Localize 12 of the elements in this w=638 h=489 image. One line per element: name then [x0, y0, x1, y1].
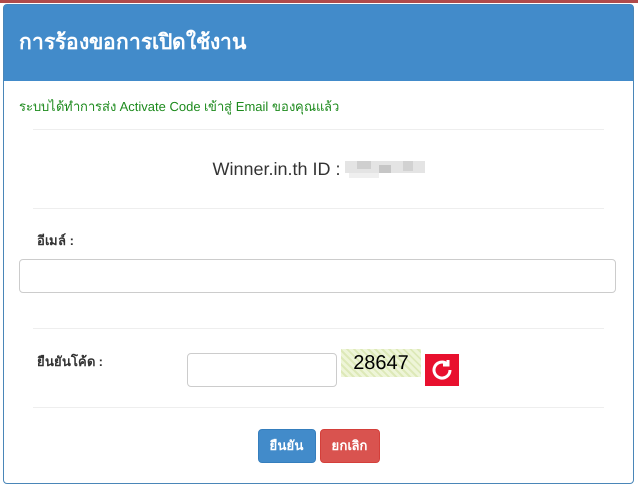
captcha-label: ยืนยันโค้ด : — [37, 352, 104, 370]
captcha-field[interactable] — [187, 352, 337, 386]
refresh-button[interactable] — [425, 354, 459, 386]
email-field[interactable] — [19, 258, 616, 292]
success-message: ระบบได้ทำการส่ง Activate Code เข้าสู่ Email ของคุณแล้ว — [19, 98, 340, 116]
panel-title: การร้องขอการเปิดใช้งาน — [19, 28, 246, 56]
refresh-icon — [430, 358, 454, 382]
email-label: อีเมล์ : — [37, 232, 75, 250]
captcha-code: 28647 — [341, 348, 421, 376]
confirm-button[interactable]: ยืนยัน — [258, 428, 316, 462]
account-id-label: Winner.in.th ID : — [212, 158, 341, 180]
cancel-button[interactable]: ยกเลิก — [320, 428, 380, 462]
